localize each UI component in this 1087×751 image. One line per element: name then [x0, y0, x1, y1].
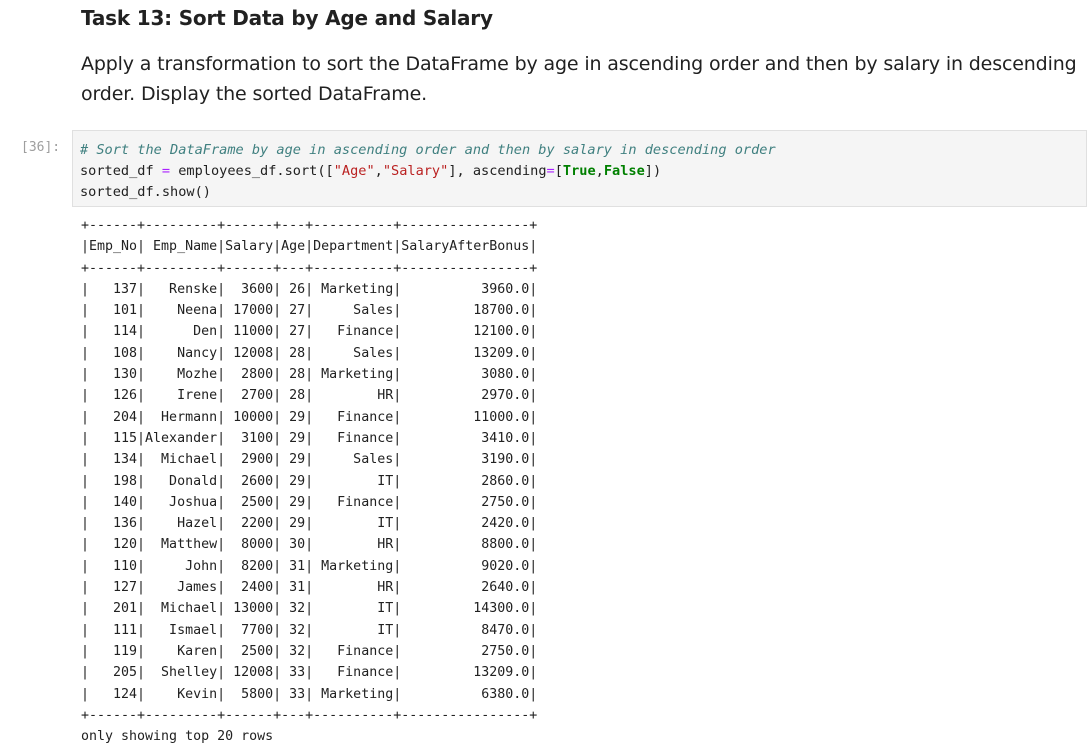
- table-border: +------+---------+------+---+----------+…: [81, 707, 538, 723]
- code-line-show: sorted_df.show(): [80, 184, 211, 200]
- table-row: | 108| Nancy| 12008| 28| Sales| 13209.0|: [81, 345, 538, 361]
- table-row: | 204| Hermann| 10000| 29| Finance| 1100…: [81, 409, 538, 425]
- output-footer: only showing top 20 rows: [81, 729, 274, 745]
- table-row: | 119| Karen| 2500| 32| Finance| 2750.0|: [81, 643, 538, 659]
- table-row: | 127| James| 2400| 31| HR| 2640.0|: [81, 580, 538, 596]
- table-row: | 111| Ismael| 7700| 32| IT| 8470.0|: [81, 622, 538, 638]
- dataframe-output: +------+---------+------+---+----------+…: [81, 215, 537, 747]
- task-heading: Task 13: Sort Data by Age and Salary: [81, 6, 493, 30]
- code-line-sort: sorted_df = employees_df.sort(["Age","Sa…: [80, 163, 662, 179]
- table-border: +------+---------+------+---+----------+…: [81, 218, 538, 233]
- table-header: |Emp_No| Emp_Name|Salary|Age|Department|…: [81, 239, 538, 255]
- table-row: | 110| John| 8200| 31| Marketing| 9020.0…: [81, 558, 538, 574]
- task-description: Apply a transformation to sort the DataF…: [81, 53, 1077, 105]
- table-row: | 101| Neena| 17000| 27| Sales| 18700.0|: [81, 303, 538, 319]
- code-comment-line: # Sort the DataFrame by age in ascending…: [80, 142, 776, 158]
- cell-execution-count: [36]:: [21, 140, 61, 155]
- code-cell-editor[interactable]: # Sort the DataFrame by age in ascending…: [72, 130, 1087, 207]
- table-border: +------+---------+------+---+----------+…: [81, 260, 538, 276]
- table-row: | 134| Michael| 2900| 29| Sales| 3190.0|: [81, 452, 538, 468]
- table-row: | 137| Renske| 3600| 26| Marketing| 3960…: [81, 281, 538, 297]
- table-row: | 120| Matthew| 8000| 30| HR| 8800.0|: [81, 537, 538, 553]
- table-row: | 126| Irene| 2700| 28| HR| 2970.0|: [81, 388, 538, 404]
- table-row: | 205| Shelley| 12008| 33| Finance| 1320…: [81, 665, 538, 681]
- table-row: | 140| Joshua| 2500| 29| Finance| 2750.0…: [81, 494, 538, 510]
- table-row: | 198| Donald| 2600| 29| IT| 2860.0|: [81, 473, 538, 489]
- table-row: | 124| Kevin| 5800| 33| Marketing| 6380.…: [81, 686, 538, 702]
- table-row: | 130| Mozhe| 2800| 28| Marketing| 3080.…: [81, 367, 538, 383]
- table-row: | 115|Alexander| 3100| 29| Finance| 3410…: [81, 430, 538, 446]
- table-row: | 136| Hazel| 2200| 29| IT| 2420.0|: [81, 516, 538, 532]
- table-row: | 201| Michael| 13000| 32| IT| 14300.0|: [81, 601, 538, 617]
- table-row: | 114| Den| 11000| 27| Finance| 12100.0|: [81, 324, 538, 340]
